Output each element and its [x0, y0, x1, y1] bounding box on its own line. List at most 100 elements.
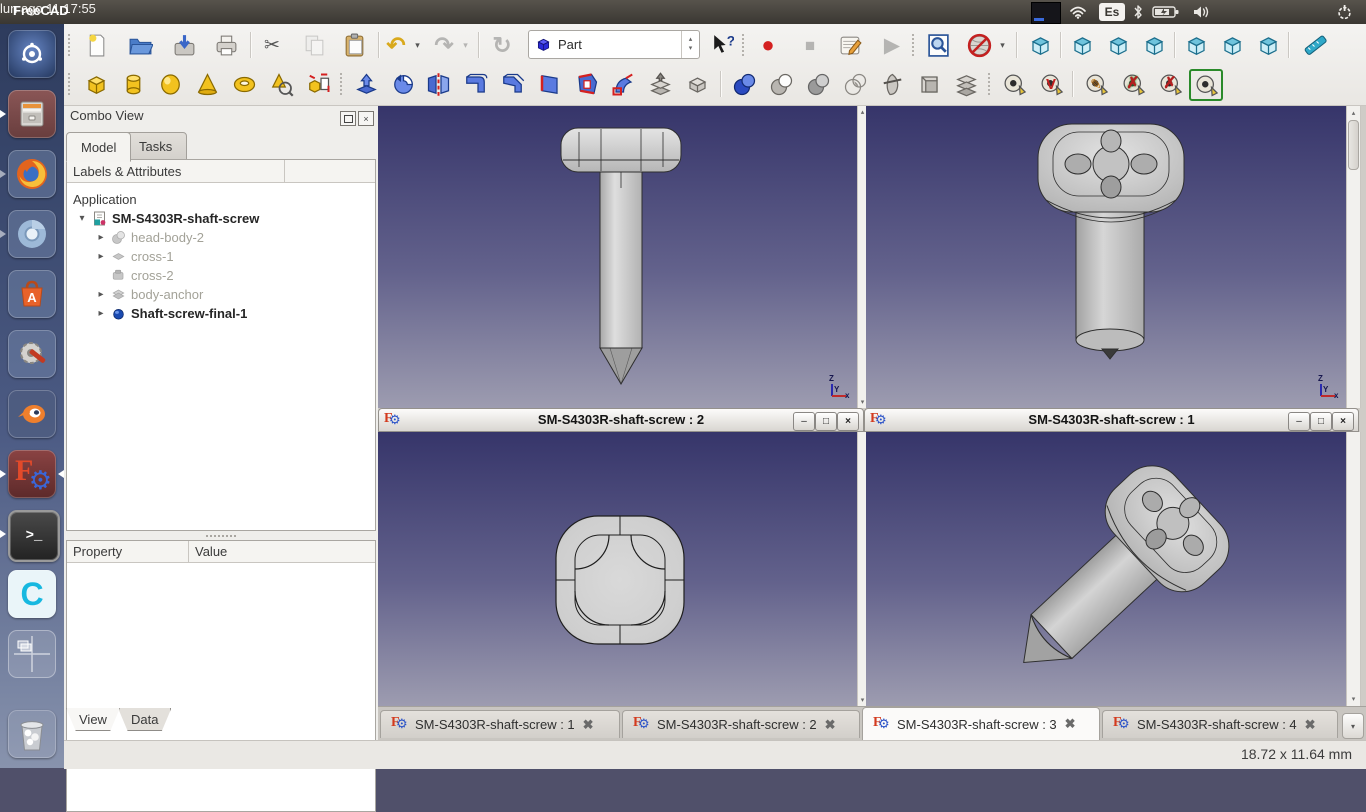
toolbar-handle[interactable]	[912, 34, 917, 56]
tab-scroll-button[interactable]: ▾	[1342, 713, 1364, 739]
undo-button[interactable]: ↶	[382, 28, 410, 62]
volume-icon[interactable]	[1192, 3, 1212, 21]
cut-button[interactable]: ✂	[254, 28, 290, 62]
launcher-item-freecad[interactable]: F ⚙	[8, 450, 56, 498]
torus-button[interactable]	[226, 67, 262, 101]
toolbar-handle[interactable]	[68, 34, 73, 56]
mdi-tab-4[interactable]: F⚙ SM-S4303R-shaft-screw : 4 ✖	[1102, 710, 1338, 738]
toolbar-handle[interactable]	[742, 34, 747, 56]
copy-button[interactable]	[296, 28, 332, 62]
launcher-item-terminal[interactable]: >_	[8, 510, 60, 562]
close-button[interactable]: ×	[837, 412, 859, 431]
collapsed-arrow-icon[interactable]: ▸	[96, 232, 106, 243]
measure-distance-button[interactable]	[1296, 28, 1332, 62]
macro-record-button[interactable]: ●	[750, 28, 786, 62]
launcher-item-chromium[interactable]	[8, 210, 56, 258]
launcher-item-system-settings[interactable]	[8, 330, 56, 378]
scrollbar-vertical[interactable]: ▾	[1346, 432, 1361, 706]
tray-window-thumbnail[interactable]	[1031, 2, 1061, 24]
union-button[interactable]	[800, 67, 836, 101]
redo-button[interactable]: ↷	[430, 28, 458, 62]
top-view-button[interactable]	[1100, 28, 1136, 62]
left-view-button[interactable]	[1250, 28, 1286, 62]
viewport-axonometric-top[interactable]: Z Y x	[866, 106, 1346, 408]
battery-icon[interactable]	[1152, 3, 1180, 21]
draw-style-button[interactable]	[964, 28, 994, 62]
tab-close-icon[interactable]: ✖	[1065, 716, 1076, 732]
sphere-button[interactable]	[152, 67, 188, 101]
keyboard-layout-indicator[interactable]: Es	[1099, 3, 1125, 21]
section-button[interactable]	[874, 67, 910, 101]
revolve-button[interactable]	[385, 67, 421, 101]
cross-sections-button[interactable]	[948, 67, 984, 101]
subwindow-titlebar[interactable]: F⚙ SM-S4303R-shaft-screw : 1 – □ ×	[864, 408, 1359, 432]
mirror-button[interactable]	[420, 67, 456, 101]
print-button[interactable]	[208, 28, 244, 62]
power-gear-icon[interactable]	[1336, 3, 1353, 21]
toolbar-handle[interactable]	[68, 73, 73, 95]
wifi-icon[interactable]	[1069, 3, 1087, 21]
maximize-button[interactable]: □	[1310, 412, 1332, 431]
launcher-item-software-center[interactable]: A	[8, 270, 56, 318]
workbench-spinner[interactable]: ▴▾	[681, 31, 699, 58]
viewport-front-view[interactable]: Z Y x	[378, 106, 857, 408]
open-document-button[interactable]	[122, 28, 158, 62]
tree-item-cross-1[interactable]: ▸ cross-1	[96, 247, 174, 266]
ruled-surface-button[interactable]	[568, 67, 604, 101]
collapsed-arrow-icon[interactable]: ▸	[96, 251, 106, 262]
value-column-header[interactable]: Value	[189, 541, 375, 563]
tab-tasks[interactable]: Tasks	[124, 132, 187, 160]
toolbar-handle[interactable]	[340, 73, 345, 95]
tab-close-icon[interactable]: ✖	[583, 717, 594, 733]
tree-item-shaft-screw-final[interactable]: ▸ Shaft-screw-final-1	[96, 304, 247, 323]
compound-button[interactable]	[911, 67, 947, 101]
tab-model[interactable]: Model	[66, 132, 131, 162]
boolean-cut-button[interactable]	[763, 67, 799, 101]
mdi-tab-3[interactable]: F⚙ SM-S4303R-shaft-screw : 3 ✖	[862, 707, 1100, 740]
refresh-button[interactable]: ↻	[484, 28, 520, 62]
chamfer-button[interactable]	[494, 67, 530, 101]
boolean-button[interactable]	[726, 67, 762, 101]
macro-edit-button[interactable]	[832, 28, 868, 62]
cone-button[interactable]	[189, 67, 225, 101]
measure-refresh-button[interactable]: ✎	[1078, 67, 1114, 101]
tree-header[interactable]: Labels & Attributes	[67, 160, 285, 183]
save-button[interactable]	[166, 28, 202, 62]
tab-close-icon[interactable]: ✖	[825, 717, 836, 733]
launcher-item-file-manager[interactable]	[8, 90, 56, 138]
launcher-item-trash[interactable]	[8, 710, 56, 758]
launcher-item-cura[interactable]: C	[8, 570, 56, 618]
mdi-tab-1[interactable]: F⚙ SM-S4303R-shaft-screw : 1 ✖	[380, 710, 620, 738]
bottom-view-button[interactable]	[1214, 28, 1250, 62]
shape-builder-button[interactable]	[300, 67, 336, 101]
property-column-header[interactable]: Property	[67, 541, 189, 563]
box-button[interactable]	[78, 67, 114, 101]
axonometric-view-button[interactable]	[1022, 28, 1058, 62]
tree-item-body-anchor[interactable]: ▸ body-anchor	[96, 285, 203, 304]
measure-angular-button[interactable]: V	[1033, 67, 1069, 101]
macro-stop-button[interactable]: ■	[792, 28, 828, 62]
scrollbar-thumb[interactable]	[1348, 120, 1359, 170]
close-button[interactable]: ×	[1332, 412, 1354, 431]
measure-linear-button[interactable]	[996, 67, 1032, 101]
new-document-button[interactable]	[78, 28, 114, 62]
tree-item-application[interactable]: Application	[73, 190, 137, 209]
offset-button[interactable]	[642, 67, 678, 101]
float-panel-button[interactable]	[340, 111, 356, 126]
minimize-button[interactable]: –	[1288, 412, 1310, 431]
measure-toggle-all-button[interactable]: ✗	[1152, 67, 1188, 101]
panel-splitter[interactable]	[66, 531, 376, 540]
toolbar-handle[interactable]	[988, 73, 993, 95]
paste-button[interactable]	[336, 28, 372, 62]
make-face-button[interactable]	[531, 67, 567, 101]
collapsed-arrow-icon[interactable]: ▸	[96, 308, 106, 319]
measure-toggle-3d-button[interactable]	[1189, 69, 1223, 101]
measure-clear-all-button[interactable]: ✗	[1115, 67, 1151, 101]
mdi-tab-2[interactable]: F⚙ SM-S4303R-shaft-screw : 2 ✖	[622, 710, 860, 738]
minimize-button[interactable]: –	[793, 412, 815, 431]
close-panel-button[interactable]: ×	[358, 111, 374, 126]
workbench-selector[interactable]: Part ▴▾	[528, 30, 700, 59]
undo-history-dropdown[interactable]: ▾	[411, 28, 424, 62]
extrude-button[interactable]	[348, 67, 384, 101]
launcher-item-workspace-switcher[interactable]	[8, 630, 56, 678]
